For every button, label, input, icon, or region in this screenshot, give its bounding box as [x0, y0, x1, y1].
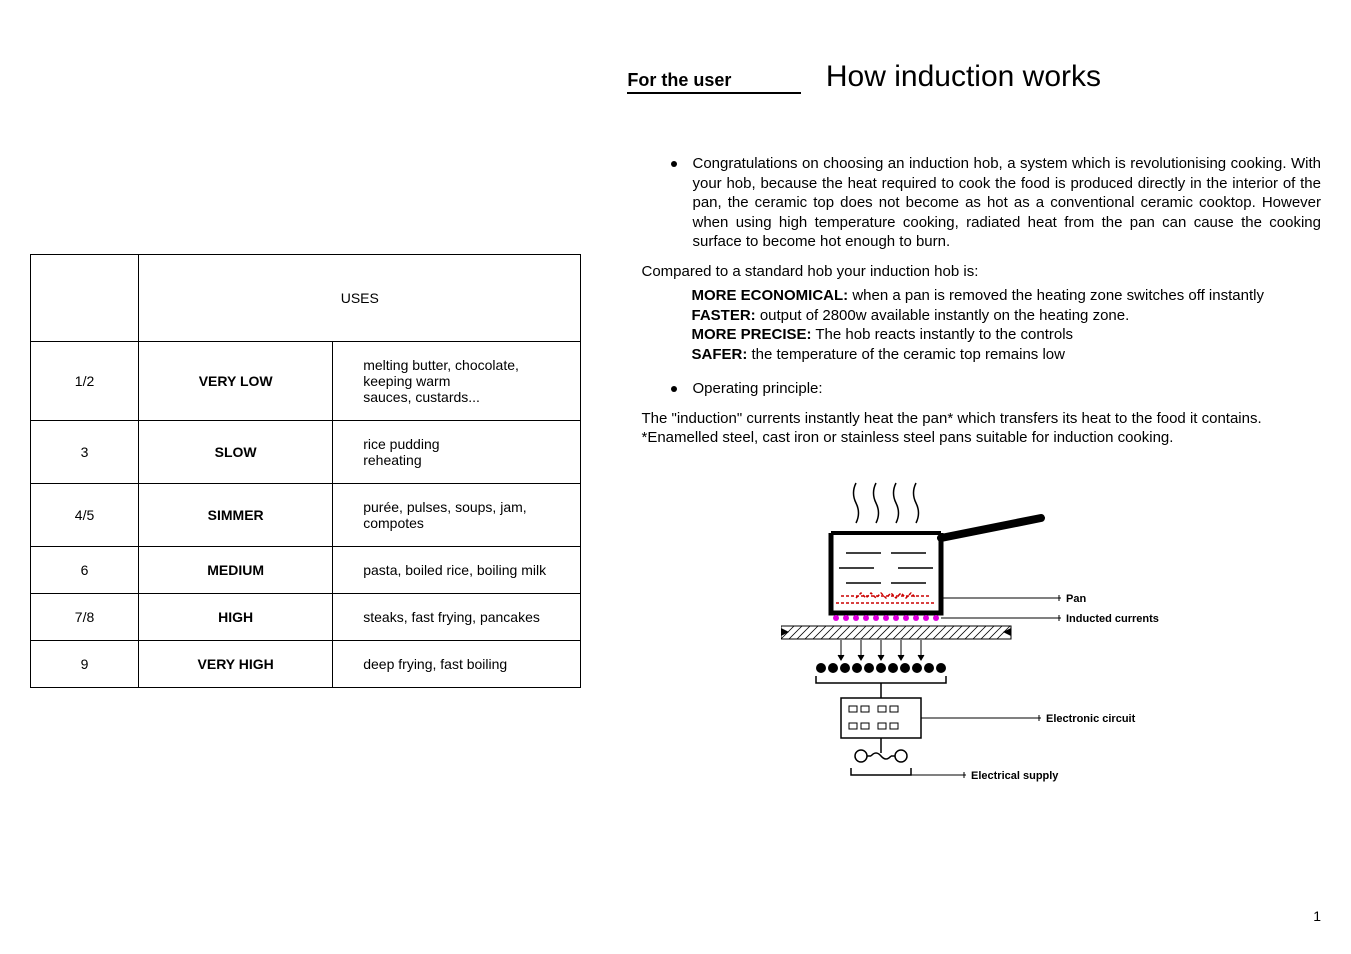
- principle-text: The "induction" currents instantly heat …: [641, 409, 1321, 429]
- name-cell: SLOW: [139, 421, 333, 484]
- content-area: USES 1/2VERY LOWmelting butter, chocolat…: [30, 154, 1321, 798]
- bullet-icon: [671, 161, 677, 167]
- compare-item: MORE PRECISE: The hob reacts instantly t…: [691, 325, 1321, 345]
- name-cell: SIMMER: [139, 484, 333, 547]
- compare-intro: Compared to a standard hob your inductio…: [641, 262, 1321, 282]
- diagram-label-circuit: Electronic circuit: [1046, 713, 1136, 725]
- header-for-user: For the user: [627, 70, 801, 94]
- uses-cell: deep frying, fast boiling: [333, 641, 581, 688]
- intro-text: Congratulations on choosing an induction…: [692, 154, 1321, 252]
- diagram-label-inducted: Inducted currents: [1066, 613, 1159, 625]
- footnote-text: *Enamelled steel, cast iron or stainless…: [641, 428, 1321, 448]
- page-number: 1: [1313, 908, 1321, 924]
- table-header-empty: [31, 255, 139, 342]
- page-title: How induction works: [826, 60, 1101, 93]
- compare-label: FASTER:: [691, 307, 755, 324]
- compare-text: output of 2800w available instantly on t…: [756, 307, 1130, 324]
- page-header: For the user How induction works: [30, 60, 1321, 94]
- name-cell: VERY HIGH: [139, 641, 333, 688]
- compare-item: SAFER: the temperature of the ceramic to…: [691, 345, 1321, 365]
- compare-label: MORE ECONOMICAL:: [691, 287, 848, 304]
- name-cell: VERY LOW: [139, 342, 333, 421]
- compare-label: MORE PRECISE:: [691, 326, 811, 343]
- table-header-uses: USES: [139, 255, 581, 342]
- diagram-label-supply: Electrical supply: [971, 770, 1059, 782]
- induction-diagram: Pan Inducted currents Electronic circuit…: [781, 478, 1181, 798]
- level-cell: 7/8: [31, 594, 139, 641]
- compare-list: MORE ECONOMICAL: when a pan is removed t…: [641, 286, 1321, 364]
- table-row: 3SLOWrice puddingreheating: [31, 421, 581, 484]
- compare-item: FASTER: output of 2800w available instan…: [691, 306, 1321, 326]
- uses-cell: rice puddingreheating: [333, 421, 581, 484]
- right-column: Congratulations on choosing an induction…: [641, 154, 1321, 798]
- compare-text: The hob reacts instantly to the controls: [812, 326, 1074, 343]
- compare-text: when a pan is removed the heating zone s…: [848, 287, 1264, 304]
- level-cell: 3: [31, 421, 139, 484]
- name-cell: MEDIUM: [139, 547, 333, 594]
- principle-paragraph: Operating principle:: [641, 379, 1321, 399]
- level-cell: 1/2: [31, 342, 139, 421]
- left-column: USES 1/2VERY LOWmelting butter, chocolat…: [30, 154, 581, 798]
- table-row: 4/5SIMMERpurée, pulses, soups, jam, comp…: [31, 484, 581, 547]
- uses-cell: melting butter, chocolate, keeping warms…: [333, 342, 581, 421]
- uses-cell: purée, pulses, soups, jam, compotes: [333, 484, 581, 547]
- uses-cell: pasta, boiled rice, boiling milk: [333, 547, 581, 594]
- table-row: 7/8HIGHsteaks, fast frying, pancakes: [31, 594, 581, 641]
- compare-item: MORE ECONOMICAL: when a pan is removed t…: [691, 286, 1321, 306]
- uses-cell: steaks, fast frying, pancakes: [333, 594, 581, 641]
- table-row: 6MEDIUMpasta, boiled rice, boiling milk: [31, 547, 581, 594]
- compare-label: SAFER:: [691, 346, 747, 363]
- principle-label: Operating principle:: [692, 379, 1321, 399]
- diagram-label-pan: Pan: [1066, 593, 1086, 605]
- intro-paragraph: Congratulations on choosing an induction…: [641, 154, 1321, 252]
- level-cell: 6: [31, 547, 139, 594]
- compare-text: the temperature of the ceramic top remai…: [747, 346, 1065, 363]
- table-row: 9VERY HIGHdeep frying, fast boiling: [31, 641, 581, 688]
- bullet-icon: [671, 386, 677, 392]
- uses-table: USES 1/2VERY LOWmelting butter, chocolat…: [30, 254, 581, 688]
- level-cell: 9: [31, 641, 139, 688]
- name-cell: HIGH: [139, 594, 333, 641]
- table-row: 1/2VERY LOWmelting butter, chocolate, ke…: [31, 342, 581, 421]
- level-cell: 4/5: [31, 484, 139, 547]
